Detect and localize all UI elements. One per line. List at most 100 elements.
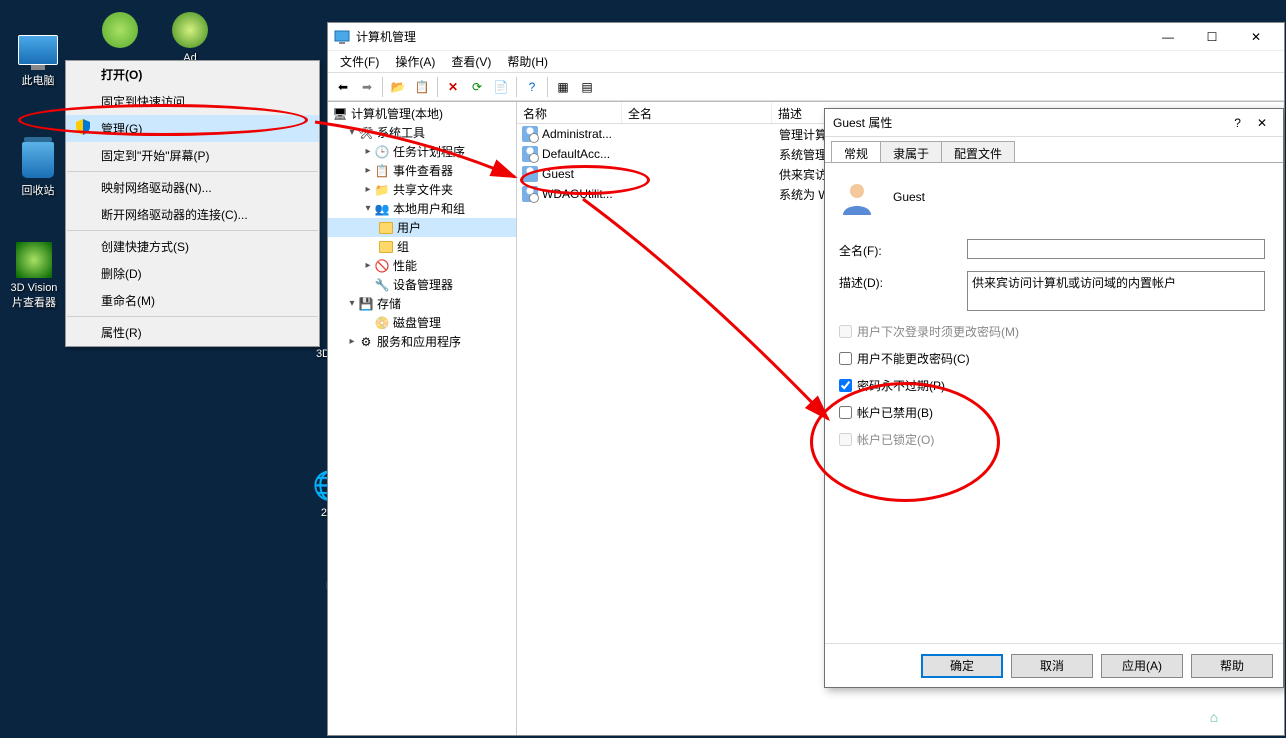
props-close-button[interactable]: ✕ — [1249, 116, 1275, 130]
tree-services[interactable]: ▸⚙服务和应用程序 — [328, 332, 516, 351]
ctx-map-drive-label: 映射网络驱动器(N)... — [101, 181, 212, 195]
close-button[interactable]: ✕ — [1234, 23, 1278, 51]
tree-pane[interactable]: 🖥计算机管理(本地) ▾🛠系统工具 ▸🕒任务计划程序 ▸📋事件查看器 ▸📁共享文… — [328, 102, 517, 735]
fullname-input[interactable] — [967, 239, 1265, 259]
chevron-down-icon[interactable]: ▾ — [346, 298, 358, 309]
perf-icon: 🚫 — [374, 258, 390, 274]
tree-performance[interactable]: ▸🚫性能 — [328, 256, 516, 275]
ctx-properties[interactable]: 属性(R) — [66, 319, 319, 346]
user-icon — [521, 145, 539, 163]
tree-local-users[interactable]: ▾👥本地用户和组 — [328, 199, 516, 218]
chevron-down-icon[interactable]: ▾ — [362, 203, 374, 214]
chevron-right-icon[interactable]: ▸ — [362, 184, 374, 195]
tree-system-tools[interactable]: ▾🛠系统工具 — [328, 123, 516, 142]
menu-action[interactable]: 操作(A) — [387, 51, 443, 72]
mgmt-toolbar[interactable]: ⬅ ➡ 📂 📋 ✕ ⟳ 📄 ? ▦ ▤ — [328, 73, 1284, 101]
toolbar-refresh[interactable]: ⟳ — [466, 76, 488, 98]
col-fullname[interactable]: 全名 — [622, 102, 772, 123]
tree-disk-mgmt-label: 磁盘管理 — [393, 314, 441, 331]
ctx-disconnect-drive[interactable]: 断开网络驱动器的连接(C)... — [66, 201, 319, 228]
toolbar-help[interactable]: ? — [521, 76, 543, 98]
thispc-label: 此电脑 — [8, 72, 68, 88]
tree-device-manager[interactable]: 🔧设备管理器 — [328, 275, 516, 294]
chk-disabled[interactable]: 帐户已禁用(B) — [839, 404, 1269, 421]
tree-event-viewer-label: 事件查看器 — [393, 162, 453, 179]
chk-never-expire[interactable]: 密码永不过期(P) — [839, 377, 1269, 394]
desktop-icon-green2[interactable]: Ad — [160, 10, 220, 64]
desc-textarea[interactable]: 供来宾访问计算机或访问域的内置帐户 — [967, 271, 1265, 311]
toolbar-view2[interactable]: ▤ — [576, 76, 598, 98]
toolbar-fwd[interactable]: ➡ — [356, 76, 378, 98]
tree-performance-label: 性能 — [393, 257, 417, 274]
ok-button[interactable]: 确定 — [921, 654, 1003, 678]
tree-shared-folders[interactable]: ▸📁共享文件夹 — [328, 180, 516, 199]
tab-general[interactable]: 常规 — [831, 141, 881, 162]
desc-label: 描述(D): — [839, 271, 967, 291]
chk-never-expire-box[interactable] — [839, 379, 852, 392]
menu-help[interactable]: 帮助(H) — [499, 51, 556, 72]
watermark: ⌂ 路由器luyouqi.com — [1202, 702, 1280, 732]
props-titlebar[interactable]: Guest 属性 ? ✕ — [825, 109, 1283, 137]
chk-cannot-change-box[interactable] — [839, 352, 852, 365]
user-icon — [521, 165, 539, 183]
chk-cannot-change[interactable]: 用户不能更改密码(C) — [839, 350, 1269, 367]
chk-must-change-box — [839, 325, 852, 338]
toolbar-back[interactable]: ⬅ — [332, 76, 354, 98]
toolbar-export[interactable]: 📄 — [490, 76, 512, 98]
ctx-sep1 — [67, 171, 318, 172]
chevron-right-icon[interactable]: ▸ — [362, 165, 374, 176]
menu-file[interactable]: 文件(F) — [332, 51, 387, 72]
tab-profile[interactable]: 配置文件 — [941, 141, 1015, 162]
mgmt-titlebar[interactable]: 计算机管理 — ☐ ✕ — [328, 23, 1284, 51]
desktop-icon-3dvision[interactable]: 3D Vision 片查看器 — [4, 240, 64, 310]
tree-disk-mgmt[interactable]: 📀磁盘管理 — [328, 313, 516, 332]
ctx-manage[interactable]: 管理(G) — [66, 115, 319, 142]
toolbar-props[interactable]: 📋 — [411, 76, 433, 98]
chk-disabled-box[interactable] — [839, 406, 852, 419]
tree-event-viewer[interactable]: ▸📋事件查看器 — [328, 161, 516, 180]
maximize-button[interactable]: ☐ — [1190, 23, 1234, 51]
mgmt-menubar[interactable]: 文件(F) 操作(A) 查看(V) 帮助(H) — [328, 51, 1284, 73]
tree-root[interactable]: 🖥计算机管理(本地) — [328, 104, 516, 123]
chk-locked: 帐户已锁定(O) — [839, 431, 1269, 448]
toolbar-view1[interactable]: ▦ — [552, 76, 574, 98]
minimize-button[interactable]: — — [1146, 23, 1190, 51]
thispc-icon — [18, 30, 58, 70]
desktop-icon-recyclebin[interactable]: 回收站 — [8, 140, 68, 198]
context-menu[interactable]: 打开(O) 固定到快速访问 管理(G) 固定到"开始"屏幕(P) 映射网络驱动器… — [65, 60, 320, 347]
guest-properties-dialog[interactable]: Guest 属性 ? ✕ 常规 隶属于 配置文件 Guest 全名(F): 描述… — [824, 108, 1284, 688]
ctx-delete[interactable]: 删除(D) — [66, 260, 319, 287]
mgmt-app-icon — [334, 29, 350, 45]
chevron-right-icon[interactable]: ▸ — [362, 146, 374, 157]
ctx-shortcut[interactable]: 创建快捷方式(S) — [66, 233, 319, 260]
menu-view[interactable]: 查看(V) — [443, 51, 499, 72]
nvidia-label: 3D Vision 片查看器 — [4, 282, 64, 310]
props-footer: 确定 取消 应用(A) 帮助 — [825, 643, 1283, 687]
folder-icon — [378, 239, 394, 255]
chevron-right-icon[interactable]: ▸ — [362, 260, 374, 271]
cancel-button[interactable]: 取消 — [1011, 654, 1093, 678]
tree-storage[interactable]: ▾💾存储 — [328, 294, 516, 313]
ctx-rename[interactable]: 重命名(M) — [66, 287, 319, 314]
ctx-open[interactable]: 打开(O) — [66, 61, 319, 88]
toolbar-up[interactable]: 📂 — [387, 76, 409, 98]
tab-memberof[interactable]: 隶属于 — [880, 141, 942, 162]
props-help-button[interactable]: ? — [1226, 116, 1249, 130]
tree-task-scheduler[interactable]: ▸🕒任务计划程序 — [328, 142, 516, 161]
tree-users[interactable]: 用户 — [328, 218, 516, 237]
col-name[interactable]: 名称 — [517, 102, 622, 123]
ctx-pin-start[interactable]: 固定到"开始"屏幕(P) — [66, 142, 319, 169]
ctx-pin-qa[interactable]: 固定到快速访问 — [66, 88, 319, 115]
toolbar-sep1 — [382, 77, 383, 97]
desktop-icon-thispc[interactable]: 此电脑 — [8, 30, 68, 88]
formrow-fullname: 全名(F): — [839, 239, 1269, 259]
chevron-down-icon[interactable]: ▾ — [346, 127, 358, 138]
toolbar-delete[interactable]: ✕ — [442, 76, 464, 98]
apply-button[interactable]: 应用(A) — [1101, 654, 1183, 678]
desktop-icon-green1[interactable] — [90, 10, 150, 52]
ctx-map-drive[interactable]: 映射网络驱动器(N)... — [66, 174, 319, 201]
chevron-right-icon[interactable]: ▸ — [346, 336, 358, 347]
help-button[interactable]: 帮助 — [1191, 654, 1273, 678]
props-tabs[interactable]: 常规 隶属于 配置文件 — [825, 137, 1283, 163]
tree-groups[interactable]: 组 — [328, 237, 516, 256]
